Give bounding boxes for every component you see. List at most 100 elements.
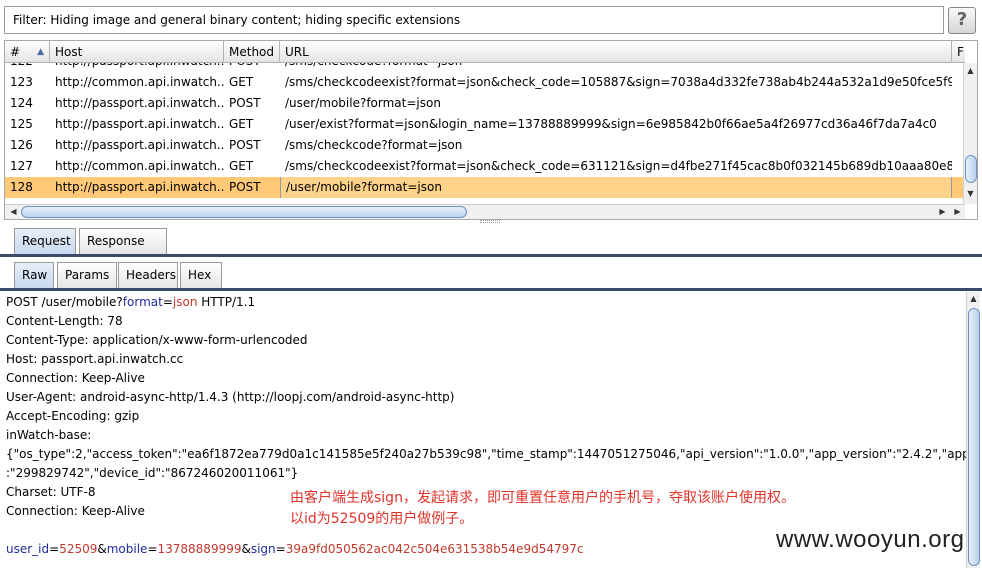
view-tab-underline <box>0 288 982 291</box>
scroll-right-end-icon[interactable]: ▶ <box>951 205 964 219</box>
row-url: /user/mobile?format=json <box>280 177 952 198</box>
body-param-key: sign <box>250 542 276 556</box>
request-header-line: Accept-Encoding: gzip <box>6 409 140 423</box>
table-row[interactable]: 123 http://common.api.inwatch... GET/sms/c… <box>5 72 965 93</box>
row-url: /sms/checkcode?format=json <box>285 138 463 152</box>
request-line-protocol: HTTP/1.1 <box>197 295 256 309</box>
scroll-up-icon[interactable]: ▲ <box>967 294 980 306</box>
request-line: POST /user/mobile?format=json HTTP/1.1 <box>6 293 255 312</box>
table-vertical-scroll-thumb[interactable] <box>965 155 977 183</box>
watermark: www.wooyun.org <box>776 526 965 553</box>
tab-underline <box>0 254 982 257</box>
column-header-method[interactable]: Method <box>224 41 280 63</box>
filter-bar[interactable]: Filter: Hiding image and general binary … <box>4 6 944 34</box>
row-method: POST <box>229 180 261 194</box>
table-body: 122http://passport.api.inwatch...POST/sm… <box>5 63 965 204</box>
row-method: POST <box>229 96 261 110</box>
pane-splitter[interactable] <box>480 220 500 223</box>
body-param-separator: & <box>241 542 251 556</box>
table-horizontal-scroll-thumb[interactable] <box>21 206 467 218</box>
request-header-line: :"299829742","device_id":"86724602001106… <box>6 466 299 480</box>
row-method: GET <box>229 159 254 173</box>
annotation-line-1: 由客户端生成sign，发起请求，即可重置任意用户的手机号，夺取该账户使用权。 <box>290 490 795 506</box>
request-header-line: inWatch-base: <box>6 428 92 442</box>
table-row[interactable]: 124 http://passport.api.inwatch... POST/us… <box>5 93 965 114</box>
row-host: http://passport.api.inwatch... <box>55 117 224 131</box>
column-header-host[interactable]: Host <box>50 41 224 63</box>
row-host: http://passport.api.inwatch... <box>50 63 224 72</box>
body-param-value: 39a9fd050562ac042c504e631538b54e9d54797c <box>285 542 584 556</box>
raw-vertical-scrollbar[interactable]: ▲ <box>966 292 980 568</box>
body-param-value: 13788889999 <box>157 542 242 556</box>
row-method: POST <box>224 63 280 72</box>
tab-response[interactable]: Response <box>79 228 167 254</box>
row-host: http://common.api.inwatch... <box>55 75 224 89</box>
row-host: http://passport.api.inwatch... <box>55 138 224 152</box>
row-url: /sms/checkcodeexist?format=json&check_co… <box>285 159 952 173</box>
row-url: /sms/checkcode?format=json <box>280 63 952 72</box>
row-method: GET <box>229 117 254 131</box>
tab-hex[interactable]: Hex <box>180 262 222 288</box>
body-param-value: 52509 <box>59 542 98 556</box>
row-url: /user/mobile?format=json <box>285 96 441 110</box>
body-param-equals: = <box>49 542 60 556</box>
tab-params[interactable]: Params <box>57 262 117 288</box>
row-number: 125 <box>10 117 33 131</box>
table-row[interactable]: 125 http://passport.api.inwatch... GET/use… <box>5 114 965 135</box>
row-host: http://common.api.inwatch... <box>55 159 224 173</box>
raw-vertical-scroll-thumb[interactable] <box>968 308 980 566</box>
row-url: /user/exist?format=json&login_name=13788… <box>285 117 937 131</box>
request-header-line: Connection: Keep-Alive <box>6 504 145 518</box>
query-param-value: json <box>172 295 198 309</box>
column-header-extra[interactable]: F <box>952 41 965 63</box>
row-host: http://passport.api.inwatch... <box>55 96 224 110</box>
table-row[interactable]: 128 http://passport.api.inwatch... POST/us… <box>5 177 965 198</box>
row-method: GET <box>229 75 254 89</box>
request-header-line: Content-Type: application/x-www-form-url… <box>6 333 308 347</box>
table-header: # ▲ Host Method URL F <box>5 41 965 63</box>
row-number: 122 <box>5 63 50 72</box>
column-header-number[interactable]: # ▲ <box>5 41 50 63</box>
request-header-line: User-Agent: android-async-http/1.4.3 (ht… <box>6 390 455 404</box>
request-header-line: Host: passport.api.inwatch.cc <box>6 352 184 366</box>
proxy-history-table: #▲ Host Method URL F 122http://passport.… <box>4 40 978 220</box>
row-number: 127 <box>10 159 33 173</box>
query-param-key: format <box>122 295 163 309</box>
table-horizontal-scrollbar[interactable]: ◀ ▶ ▶ <box>5 204 965 219</box>
row-host: http://passport.api.inwatch... <box>55 180 224 194</box>
table-vertical-scrollbar[interactable]: ▲ ▼ <box>963 63 977 204</box>
annotation-line-2: 以id为52509的用户做例子。 <box>290 511 474 527</box>
table-row[interactable]: 126 http://passport.api.inwatch... POST/sm… <box>5 135 965 156</box>
request-header-line: {"os_type":2,"access_token":"ea6f1872ea7… <box>6 447 966 461</box>
sort-ascending-icon: ▲ <box>37 47 44 57</box>
scroll-left-icon[interactable]: ◀ <box>7 205 20 219</box>
table-row[interactable]: 127 http://common.api.inwatch... GET/sms/c… <box>5 156 965 177</box>
body-param-separator: & <box>97 542 107 556</box>
help-button[interactable]: ? <box>948 7 976 34</box>
body-param-key: mobile <box>106 542 148 556</box>
row-method: POST <box>229 138 261 152</box>
row-number: 126 <box>10 138 33 152</box>
tab-raw[interactable]: Raw <box>14 262 54 288</box>
body-param-key: user_id <box>6 542 50 556</box>
scroll-down-icon[interactable]: ▼ <box>964 188 977 200</box>
body-param-equals: = <box>147 542 158 556</box>
table-row[interactable]: 122http://passport.api.inwatch...POST/sm… <box>5 63 965 72</box>
row-number: 124 <box>10 96 33 110</box>
column-header-url[interactable]: URL <box>280 41 952 63</box>
request-body: user_id=52509&mobile=13788889999&sign=39… <box>6 540 583 559</box>
tab-headers[interactable]: Headers <box>118 262 178 288</box>
request-header-line: Content-Length: 78 <box>6 314 123 328</box>
column-header-number-label: # <box>10 45 21 59</box>
request-header-line: Charset: UTF-8 <box>6 485 96 499</box>
tab-request[interactable]: Request <box>14 228 76 254</box>
body-param-equals: = <box>275 542 286 556</box>
row-number: 128 <box>10 180 33 194</box>
scroll-right-icon[interactable]: ▶ <box>936 205 949 219</box>
query-param-equals: = <box>162 295 173 309</box>
request-line-path: POST /user/mobile? <box>6 295 123 309</box>
row-url: /sms/checkcodeexist?format=json&check_co… <box>285 75 952 89</box>
row-number: 123 <box>10 75 33 89</box>
scroll-up-icon[interactable]: ▲ <box>964 65 977 77</box>
request-header-line: Connection: Keep-Alive <box>6 371 145 385</box>
